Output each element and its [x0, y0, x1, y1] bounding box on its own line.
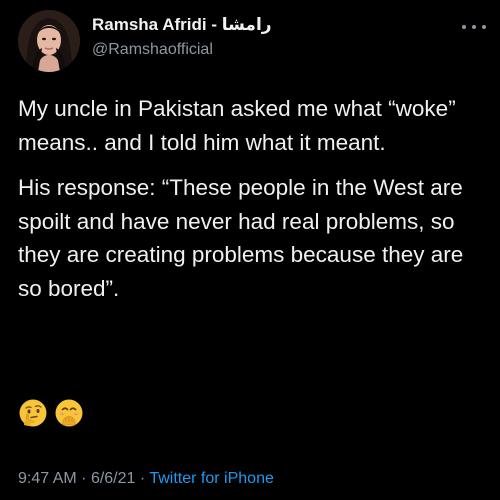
- tweet-time[interactable]: 9:47 AM: [18, 470, 77, 487]
- avatar[interactable]: [18, 10, 80, 72]
- user-handle[interactable]: @Ramshaofficial: [92, 41, 213, 59]
- face-with-hand-over-mouth-emoji: [55, 399, 83, 427]
- meta-separator: ·: [139, 470, 146, 487]
- tweet-text: My uncle in Pakistan asked me what “woke…: [18, 92, 490, 305]
- emoji-row: [18, 398, 84, 428]
- tweet-paragraph: My uncle in Pakistan asked me what “woke…: [18, 96, 456, 155]
- tweet-date[interactable]: 6/6/21: [91, 470, 135, 487]
- meta-separator: ·: [81, 470, 87, 487]
- dot: [472, 25, 476, 29]
- tweet-source-link[interactable]: Twitter for iPhone: [149, 470, 274, 487]
- thinking-face-emoji: [19, 399, 47, 427]
- avatar-image: [18, 10, 80, 72]
- tweet-card: Ramsha Afridi - رامشا @Ramshaofficial My…: [0, 0, 500, 500]
- tweet-meta: 9:47 AM · 6/6/21 · Twitter for iPhone: [18, 470, 274, 488]
- dot: [482, 25, 486, 29]
- display-name[interactable]: Ramsha Afridi - رامشا: [92, 15, 272, 35]
- more-options-icon[interactable]: [462, 20, 486, 34]
- dot: [462, 25, 466, 29]
- tweet-paragraph: His response: “These people in the West …: [18, 175, 464, 301]
